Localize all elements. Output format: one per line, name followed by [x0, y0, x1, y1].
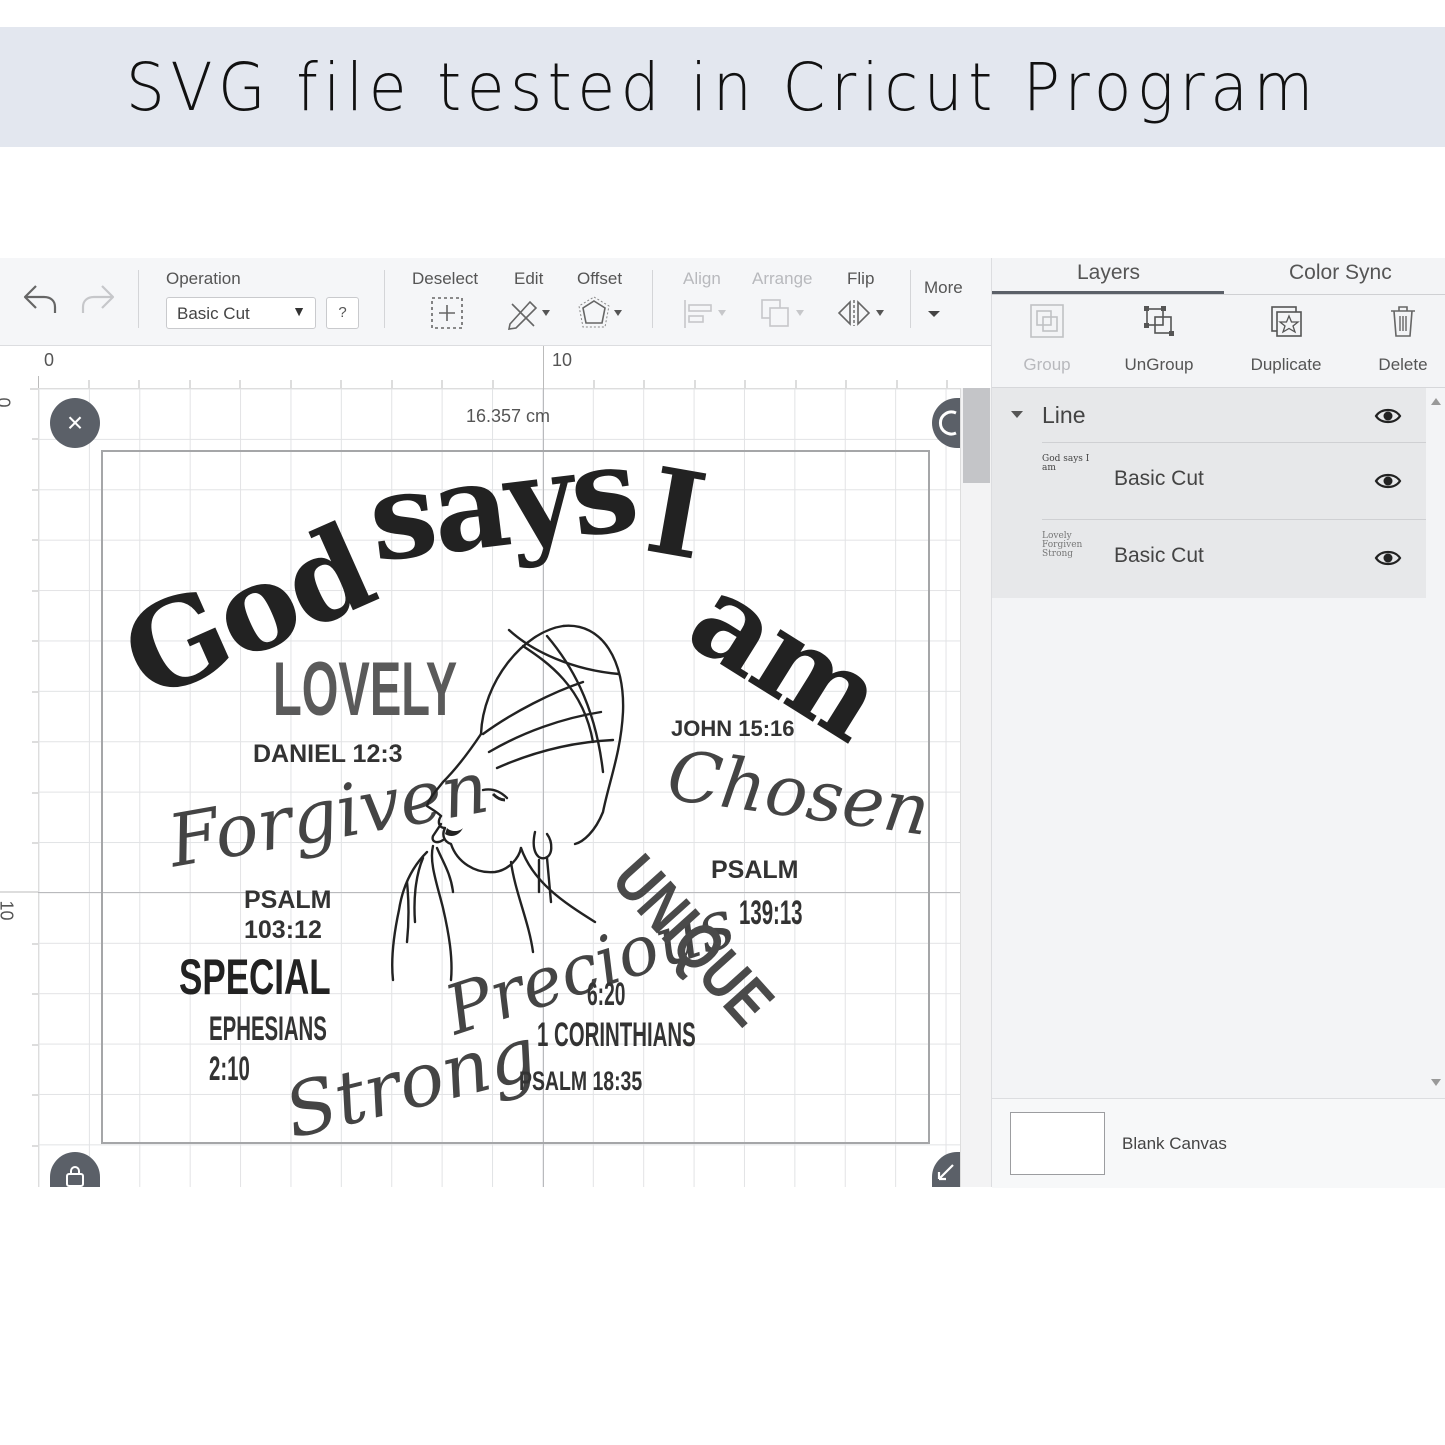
layer-thumbnail: God says I am [1042, 454, 1090, 473]
ruler-left: 0 10 [0, 388, 39, 1187]
caret-down-icon[interactable] [1010, 410, 1024, 420]
active-tab-indicator [992, 291, 1224, 294]
offset-icon[interactable] [578, 296, 626, 330]
operation-label: Operation [166, 269, 241, 288]
ruler-top: 0 10 [0, 346, 991, 389]
scrollbar-thumb[interactable] [963, 388, 990, 483]
align-label: Align [683, 269, 721, 288]
ruler-top-label: 0 [44, 350, 55, 370]
toolbar-divider [138, 270, 139, 328]
group-button: Group [992, 295, 1102, 387]
ruler-left-ticks [0, 388, 38, 1147]
duplicate-label: Duplicate [1250, 355, 1322, 374]
deselect-label: Deselect [412, 269, 479, 288]
trash-icon [1391, 306, 1415, 337]
layer-item[interactable]: God says I am Basic Cut [1042, 442, 1426, 519]
chevron-down-icon[interactable] [926, 308, 942, 320]
design-canvas[interactable]: 0 10 0 10 16.357 cm God s [0, 346, 991, 1187]
duplicate-icon [1271, 306, 1302, 337]
flip-icon[interactable] [836, 296, 888, 330]
canvas-label: Blank Canvas [1122, 1134, 1227, 1153]
eye-icon[interactable] [1374, 406, 1402, 426]
undo-icon[interactable] [22, 282, 58, 316]
layer-group-name: Line [1042, 402, 1086, 428]
edit-icon[interactable] [506, 296, 554, 330]
layer-thumbnail: Lovely Forgiven Strong [1042, 531, 1083, 559]
align-icon [684, 300, 726, 328]
tab-color-sync[interactable]: Color Sync [1289, 261, 1392, 285]
edit-label: Edit [514, 269, 544, 288]
layer-group-row[interactable]: Line [992, 388, 1426, 442]
toolbar: Operation Basic Cut ▼ ? Deselect Edit Of… [0, 258, 991, 346]
cricut-app: Operation Basic Cut ▼ ? Deselect Edit Of… [0, 258, 1445, 1188]
layer-actions: Group UnGroup Duplicate Delete [992, 295, 1445, 388]
banner: SVG file tested in Cricut Program [0, 27, 1445, 147]
deselect-icon[interactable] [430, 296, 464, 330]
close-handle[interactable]: × [50, 398, 100, 448]
offset-label: Offset [577, 269, 623, 288]
canvas-selector[interactable]: Blank Canvas [992, 1098, 1445, 1188]
ungroup-icon [1144, 306, 1174, 336]
layer-item[interactable]: Lovely Forgiven Strong Basic Cut [1042, 519, 1426, 596]
tab-layers[interactable]: Layers [1077, 261, 1140, 285]
ungroup-button[interactable]: UnGroup [1104, 295, 1214, 387]
layers-panel: Layers Color Sync Group UnGroup Duplicat… [991, 258, 1445, 1188]
redo-icon[interactable] [80, 282, 116, 316]
canvas-swatch[interactable] [1010, 1112, 1105, 1175]
layer-name: Basic Cut [1114, 544, 1204, 567]
width-readout: 16.357 cm [466, 406, 551, 426]
resize-icon [937, 1164, 954, 1181]
eye-icon[interactable] [1374, 471, 1402, 491]
layer-name: Basic Cut [1114, 467, 1204, 490]
layers-scrollbar[interactable] [1426, 388, 1445, 1093]
lock-icon [66, 1166, 84, 1187]
help-button[interactable]: ? [326, 297, 359, 329]
more-label[interactable]: More [924, 278, 963, 298]
ruler-left-label: 10 [0, 900, 17, 921]
arrange-label: Arrange [752, 269, 813, 288]
canvas-scrollbar[interactable] [960, 388, 991, 1187]
toolbar-divider [384, 270, 385, 328]
eye-icon[interactable] [1374, 548, 1402, 568]
group-icon [1030, 304, 1064, 338]
selection-bounding-box[interactable] [101, 450, 930, 1144]
ruler-left-label: 0 [0, 397, 14, 407]
ungroup-label: UnGroup [1124, 355, 1194, 374]
duplicate-button[interactable]: Duplicate [1231, 295, 1341, 387]
arrange-icon [761, 299, 804, 327]
panel-tabs: Layers Color Sync [992, 258, 1445, 295]
toolbar-divider [910, 270, 911, 328]
operation-select[interactable]: Basic Cut ▼ [166, 297, 316, 329]
scroll-down-icon[interactable] [1430, 1078, 1442, 1088]
layer-list: Line God says I am Basic Cut Lovely Forg… [992, 388, 1426, 598]
flip-label: Flip [847, 269, 875, 288]
banner-title: SVG file tested in Cricut Program [126, 48, 1319, 126]
delete-button[interactable]: Delete [1348, 295, 1445, 387]
toolbar-divider [652, 270, 653, 328]
ruler-top-label: 10 [552, 350, 573, 370]
chevron-down-icon: ▼ [292, 303, 306, 319]
delete-label: Delete [1378, 355, 1428, 374]
scroll-up-icon[interactable] [1430, 396, 1442, 406]
ruler-top-ticks [38, 346, 948, 388]
group-label: Group [1023, 355, 1071, 374]
operation-value: Basic Cut [177, 304, 250, 323]
